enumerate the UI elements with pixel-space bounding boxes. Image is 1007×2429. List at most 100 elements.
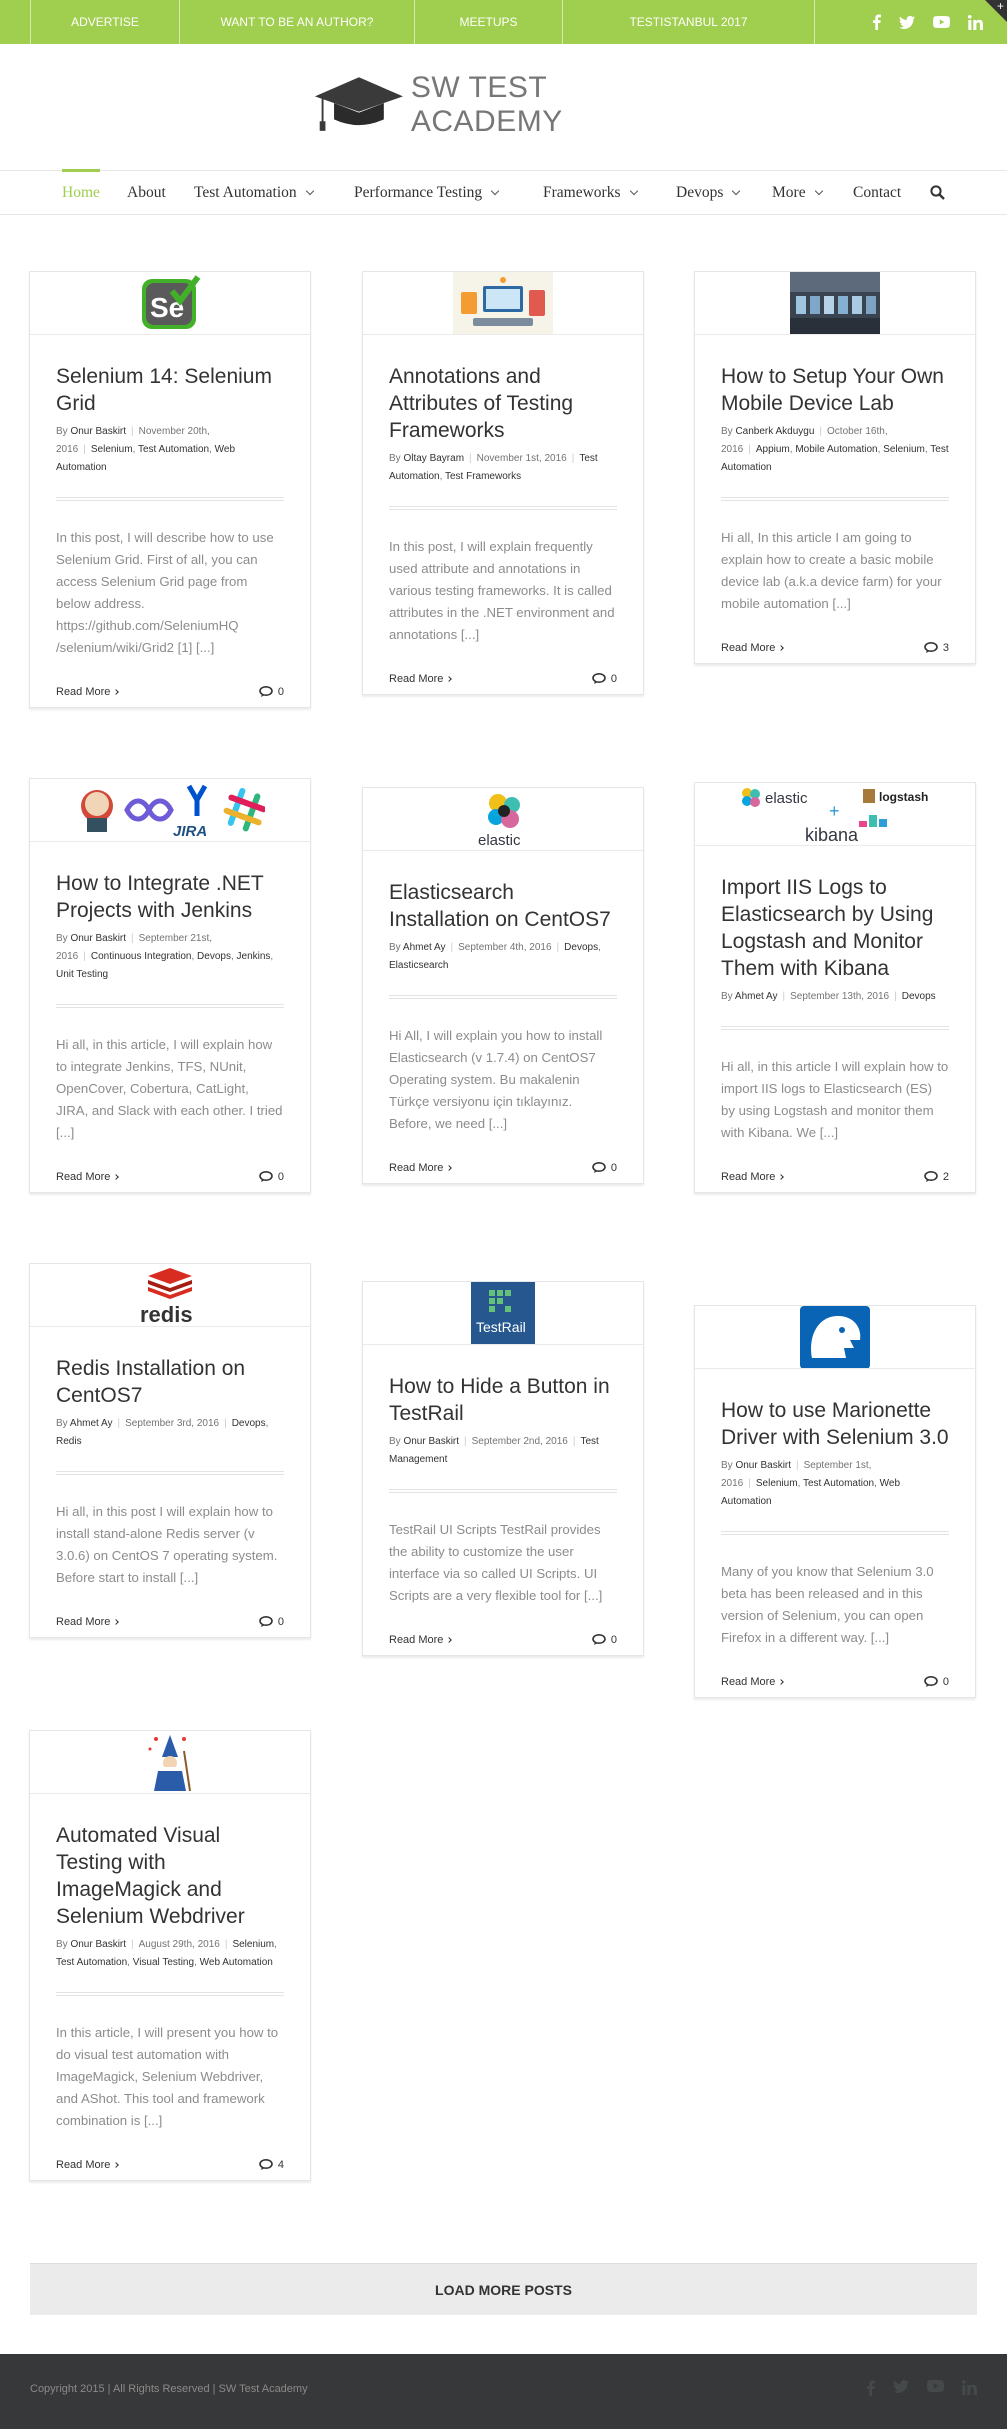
comments-link[interactable]: 4	[259, 2159, 284, 2171]
post-author[interactable]: Ahmet Ay	[403, 942, 446, 953]
post-title[interactable]: Import IIS Logs to Elasticsearch by Usin…	[721, 874, 949, 982]
post-image[interactable]	[695, 272, 975, 335]
post-category[interactable]: Selenium	[91, 444, 133, 455]
post-image[interactable]: Se	[30, 272, 310, 335]
post-image[interactable]: JIRA	[30, 779, 310, 842]
post-author[interactable]: Ahmet Ay	[70, 1418, 113, 1429]
nav-item-more[interactable]: More	[772, 171, 823, 214]
nav-item-about[interactable]: About	[127, 171, 166, 214]
youtube-icon[interactable]	[933, 16, 950, 28]
comments-link[interactable]: 0	[592, 673, 617, 685]
post-footer: Read More 3	[721, 633, 949, 663]
post-author[interactable]: Onur Baskirt	[735, 1460, 791, 1471]
nav-item-test-automation[interactable]: Test Automation	[194, 171, 314, 214]
twitter-icon[interactable]	[899, 15, 915, 29]
post-title[interactable]: How to Hide a Button in TestRail	[389, 1373, 617, 1427]
nav-item-performance-testing[interactable]: Performance Testing	[354, 171, 500, 214]
post-author[interactable]: Onur Baskirt	[403, 1436, 459, 1447]
read-more-link[interactable]: Read More	[56, 2159, 120, 2171]
post-category[interactable]: Test Automation	[803, 1478, 874, 1489]
post-title[interactable]: How to Integrate .NET Projects with Jenk…	[56, 870, 284, 924]
post-category[interactable]: Appium	[756, 444, 790, 455]
comments-link[interactable]: 3	[924, 642, 949, 654]
post-category[interactable]: Devops	[197, 951, 231, 962]
facebook-icon[interactable]	[866, 2380, 875, 2396]
comments-link[interactable]: 0	[259, 686, 284, 698]
post-category[interactable]: Continuous Integration	[91, 951, 192, 962]
post-title[interactable]: Selenium 14: Selenium Grid	[56, 363, 284, 417]
post-footer: Read More 0	[56, 677, 284, 707]
youtube-icon[interactable]	[927, 2380, 944, 2396]
nav-item-frameworks[interactable]: Frameworks	[543, 171, 638, 214]
post-title[interactable]: How to Setup Your Own Mobile Device Lab	[721, 363, 949, 417]
post-category[interactable]: Test Frameworks	[445, 471, 521, 482]
nav-item-home[interactable]: Home	[62, 169, 100, 214]
comments-link[interactable]: 0	[259, 1616, 284, 1628]
post-image[interactable]	[30, 1731, 310, 1794]
post-author[interactable]: Oltay Bayram	[403, 453, 464, 464]
post-category[interactable]: Visual Testing	[133, 1957, 194, 1968]
site-logo[interactable]: SW TEST ACADEMY	[313, 70, 693, 140]
post-category[interactable]: Unit Testing	[56, 969, 108, 980]
post-image[interactable]: elastic logstash + kibana	[695, 783, 975, 846]
load-more-button[interactable]: LOAD MORE POSTS	[30, 2263, 977, 2315]
comments-link[interactable]: 2	[924, 1171, 949, 1183]
post-category[interactable]: Jenkins	[237, 951, 271, 962]
comments-count: 2	[942, 1171, 949, 1183]
post-author[interactable]: Ahmet Ay	[735, 991, 778, 1002]
post-category[interactable]: Elasticsearch	[389, 960, 448, 971]
post-category[interactable]: Selenium	[232, 1939, 274, 1950]
post-category[interactable]: Test Automation	[56, 1957, 127, 1968]
post-image[interactable]	[363, 272, 643, 335]
post-image[interactable]: elastic	[363, 788, 643, 851]
post-category[interactable]: Redis	[56, 1436, 82, 1447]
post-title[interactable]: Annotations and Attributes of Testing Fr…	[389, 363, 617, 444]
post-title[interactable]: Redis Installation on CentOS7	[56, 1355, 284, 1409]
top-link-advertise[interactable]: ADVERTISE	[30, 0, 180, 44]
post-image[interactable]: TestRail	[363, 1282, 643, 1345]
read-more-link[interactable]: Read More	[389, 1162, 453, 1174]
read-more-link[interactable]: Read More	[721, 1676, 785, 1688]
read-more-link[interactable]: Read More	[389, 673, 453, 685]
post-category[interactable]: Web Automation	[200, 1957, 273, 1968]
linkedin-icon[interactable]	[968, 14, 983, 30]
facebook-icon[interactable]	[872, 14, 881, 30]
comments-link[interactable]: 0	[592, 1162, 617, 1174]
read-more-link[interactable]: Read More	[56, 1616, 120, 1628]
post-title[interactable]: How to use Marionette Driver with Seleni…	[721, 1397, 949, 1451]
post-image[interactable]	[695, 1306, 975, 1369]
top-link-testistanbul[interactable]: TESTISTANBUL 2017	[563, 0, 815, 44]
post-category[interactable]: Selenium	[756, 1478, 798, 1489]
comments-link[interactable]: 0	[924, 1676, 949, 1688]
read-more-link[interactable]: Read More	[56, 686, 120, 698]
nav-label: Performance Testing	[354, 184, 483, 201]
comments-link[interactable]: 0	[592, 1634, 617, 1646]
post-author[interactable]: Onur Baskirt	[70, 426, 126, 437]
linkedin-icon[interactable]	[962, 2380, 977, 2396]
post-category[interactable]: Devops	[564, 942, 598, 953]
post-image[interactable]: redis	[30, 1264, 310, 1327]
post-title[interactable]: Elasticsearch Installation on CentOS7	[389, 879, 617, 933]
chevron-right-icon	[113, 689, 120, 695]
search-icon[interactable]	[930, 185, 945, 204]
post-category[interactable]: Devops	[902, 991, 936, 1002]
read-more-link[interactable]: Read More	[389, 1634, 453, 1646]
post-category[interactable]: Mobile Automation	[795, 444, 877, 455]
twitter-icon[interactable]	[893, 2380, 909, 2396]
read-more-link[interactable]: Read More	[721, 642, 785, 654]
post-category[interactable]: Test Automation	[138, 444, 209, 455]
nav-item-contact[interactable]: Contact	[853, 171, 901, 214]
post-category[interactable]: Selenium	[883, 444, 925, 455]
nav-item-devops[interactable]: Devops	[676, 171, 741, 214]
post-author[interactable]: Onur Baskirt	[70, 1939, 126, 1950]
post-category[interactable]: Devops	[232, 1418, 266, 1429]
post-author[interactable]: Canberk Akduygu	[735, 426, 814, 437]
top-link-author[interactable]: WANT TO BE AN AUTHOR?	[180, 0, 415, 44]
top-link-meetups[interactable]: MEETUPS	[415, 0, 563, 44]
comments-link[interactable]: 0	[259, 1171, 284, 1183]
read-more-link[interactable]: Read More	[721, 1171, 785, 1183]
plus-icon[interactable]: +	[997, 0, 1004, 13]
post-title[interactable]: Automated Visual Testing with ImageMagic…	[56, 1822, 284, 1930]
read-more-link[interactable]: Read More	[56, 1171, 120, 1183]
post-author[interactable]: Onur Baskirt	[70, 933, 126, 944]
